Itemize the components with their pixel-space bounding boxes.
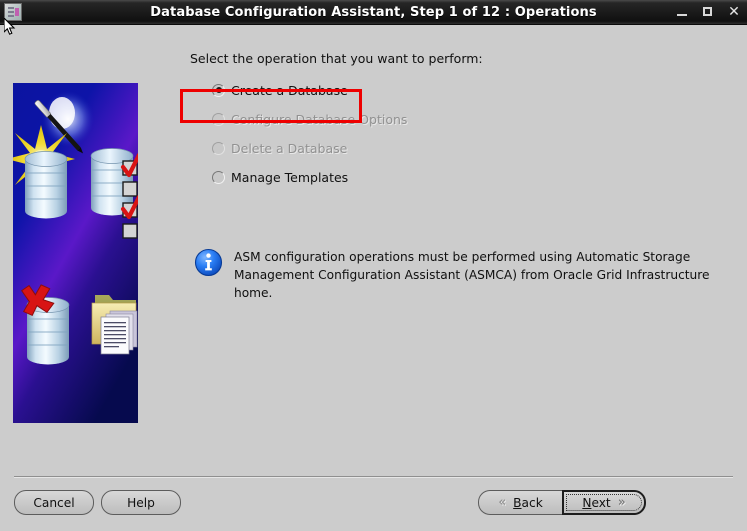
operations-form: Select the operation that you want to pe… <box>190 51 733 196</box>
maximize-button[interactable] <box>701 5 715 19</box>
navigation-buttons: « Back Next » <box>478 490 646 515</box>
title-bar: Database Configuration Assistant, Step 1… <box>0 0 747 25</box>
dbca-window: Database Configuration Assistant, Step 1… <box>0 0 747 531</box>
app-icon <box>4 3 22 21</box>
back-button[interactable]: « Back <box>478 490 562 515</box>
help-button[interactable]: Help <box>101 490 181 515</box>
radio-option-manage-templates[interactable]: Manage Templates <box>190 167 733 187</box>
chevron-left-icon: « <box>498 495 507 510</box>
window-controls: ✕ <box>675 0 741 24</box>
radio-indicator-create-database[interactable] <box>212 83 225 97</box>
asm-info-text: ASM configuration operations must be per… <box>234 247 734 302</box>
next-button-label: Next <box>582 495 611 510</box>
radio-option-configure-database-options: Configure Database Options <box>190 109 733 129</box>
radio-label-delete-database: Delete a Database <box>231 140 348 156</box>
footer-separator <box>14 476 733 478</box>
radio-indicator-delete-database <box>212 141 225 155</box>
content-area: Select the operation that you want to pe… <box>0 25 747 473</box>
asm-info-line-1: ASM configuration operations must be per… <box>234 250 691 264</box>
page-prompt: Select the operation that you want to pe… <box>190 51 483 66</box>
button-bar: Cancel Help « Back Next » <box>0 473 747 531</box>
radio-indicator-configure-database-options <box>212 112 225 126</box>
radio-label-manage-templates[interactable]: Manage Templates <box>231 170 348 185</box>
next-button[interactable]: Next » <box>562 490 646 515</box>
back-button-label: Back <box>513 495 543 510</box>
radio-label-create-database[interactable]: Create a Database <box>231 83 348 98</box>
chevron-right-icon: » <box>617 495 626 510</box>
database-wizard-illustration <box>13 83 138 423</box>
radio-option-create-database[interactable]: Create a Database <box>190 80 733 100</box>
cancel-button[interactable]: Cancel <box>14 490 94 515</box>
radio-option-delete-database: Delete a Database <box>190 138 733 158</box>
asm-info-line-2: Management Configuration Assistant (ASMC… <box>234 268 710 300</box>
asm-info-note: ASM configuration operations must be per… <box>194 247 734 302</box>
window-title: Database Configuration Assistant, Step 1… <box>150 4 597 20</box>
radio-indicator-manage-templates[interactable] <box>212 170 225 184</box>
close-button[interactable]: ✕ <box>727 5 741 19</box>
minimize-button[interactable] <box>675 5 689 19</box>
radio-label-configure-database-options: Configure Database Options <box>231 111 408 127</box>
info-icon <box>194 248 223 277</box>
